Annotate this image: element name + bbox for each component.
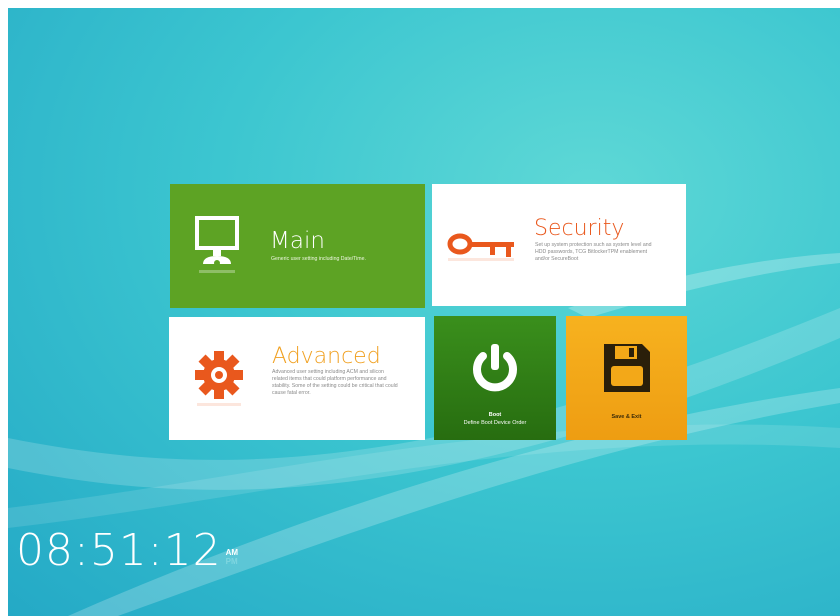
tile-boot[interactable]: Boot Define Boot Device Order <box>434 316 556 440</box>
power-icon <box>473 344 517 392</box>
tile-security[interactable]: Security Set up system protection such a… <box>432 184 686 306</box>
boot-description: Define Boot Device Order <box>463 420 527 426</box>
save-exit-title: Save & Exit <box>611 414 642 420</box>
clock: 08:51:12 AM PM <box>16 526 238 576</box>
gear-icon <box>195 351 243 406</box>
boot-title: Boot <box>488 412 502 418</box>
clock-time: 08:51:12 <box>16 525 222 576</box>
tile-main[interactable]: Main Generic user setting including Date… <box>170 184 425 308</box>
key-icon <box>447 233 514 261</box>
security-description: Set up system protection such as system … <box>535 242 652 262</box>
security-title: Security <box>534 216 625 241</box>
tile-advanced[interactable]: Advanced Advanced user setting including… <box>169 317 425 440</box>
clock-pm: PM <box>225 557 238 566</box>
main-title: Main <box>270 228 325 254</box>
clock-am: AM <box>225 548 239 557</box>
advanced-description: Advanced user setting including ACM and … <box>272 369 398 396</box>
advanced-title: Advanced <box>272 344 381 369</box>
monitor-icon <box>195 216 239 273</box>
tile-save-exit[interactable]: Save & Exit <box>566 316 687 440</box>
main-description: Generic user setting including Date/Time… <box>271 256 366 262</box>
bios-desktop: Main Generic user setting including Date… <box>8 8 840 616</box>
clock-ampm: AM PM <box>226 548 238 566</box>
floppy-disk-icon <box>604 344 650 392</box>
